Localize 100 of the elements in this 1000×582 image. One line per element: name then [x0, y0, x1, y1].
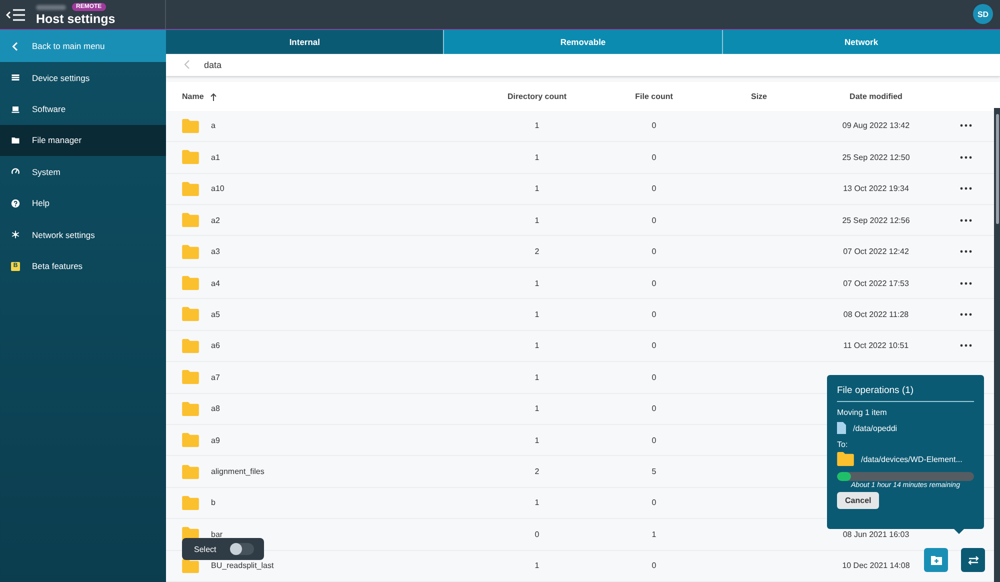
sidebar-item[interactable]: Software [0, 93, 166, 125]
column-header[interactable]: Directory count [469, 92, 605, 101]
sidebar-item[interactable]: Help [0, 188, 166, 219]
date-cell-text: 13 Oct 2022 19:34 [842, 184, 910, 194]
tab[interactable]: Removable [444, 30, 722, 54]
table-cell-text: 1 [534, 372, 540, 382]
table-cell-text: 1 [534, 121, 540, 130]
tab[interactable]: Network [722, 30, 1000, 54]
date-cell-text: 09 Aug 2022 13:42 [841, 121, 911, 130]
sidebar-item[interactable]: Back to main menu [0, 30, 166, 62]
transfer-button[interactable] [961, 548, 985, 572]
folder-plus-icon [930, 554, 942, 566]
table-cell-text: 1 [534, 341, 540, 350]
sidebar-item[interactable]: Network settings [0, 218, 166, 250]
column-header[interactable]: Date modified [815, 92, 937, 101]
more-icon[interactable] [960, 156, 972, 159]
file-name[interactable]: a10 [211, 184, 224, 194]
folder-icon [182, 464, 199, 479]
file-name[interactable]: a5 [211, 310, 220, 319]
file-name[interactable]: a1 [211, 152, 220, 162]
file-name[interactable]: a6 [211, 341, 220, 350]
table-cell-text: 0 [650, 498, 658, 508]
date-cell-text: 25 Sep 2022 12:50 [841, 152, 911, 162]
page-title: Host settings [36, 12, 116, 26]
file-name[interactable]: bar [211, 530, 223, 539]
folder-icon [182, 182, 199, 196]
date-cell-text: 11 Oct 2022 10:51 [842, 341, 910, 350]
menu-icon[interactable] [6, 8, 26, 22]
table-cell-text: 0 [650, 404, 658, 414]
folder-icon [182, 150, 199, 164]
file-name[interactable]: BU_readsplit_last [211, 561, 274, 570]
file-name[interactable]: a9 [211, 436, 220, 445]
table-cell-text: 2 [534, 247, 540, 256]
list-icon [11, 73, 20, 82]
more-icon[interactable] [960, 312, 972, 316]
file-name[interactable]: a2 [211, 216, 220, 225]
date-cell-text: 10 Dec 2021 14:08 [841, 561, 911, 570]
folder-icon [182, 276, 199, 290]
table-cell-text: 0 [650, 436, 658, 445]
table-cell-text: 1 [534, 561, 540, 570]
table-cell-text: 0 [650, 121, 658, 130]
file-name[interactable]: a3 [211, 247, 220, 256]
table-cell-text: 1 [534, 310, 540, 319]
sidebar-item[interactable]: File manager [0, 124, 166, 156]
user-avatar[interactable]: SD [973, 4, 993, 24]
sidebar-item[interactable]: Device settings [0, 62, 166, 94]
folder-icon [182, 213, 199, 228]
table-cell-text: 0 [650, 247, 658, 256]
date-cell-text: 07 Oct 2022 17:53 [842, 278, 910, 288]
operation-label: Moving 1 item [837, 408, 888, 417]
file-name[interactable]: a [211, 121, 216, 130]
more-icon[interactable] [960, 124, 972, 128]
table-cell-text: 1 [534, 184, 540, 194]
folder-icon [182, 118, 199, 133]
table-cell-text: 0 [650, 152, 658, 162]
more-icon[interactable] [960, 344, 972, 348]
file-name[interactable]: a7 [211, 372, 220, 382]
folder-icon [182, 338, 199, 353]
table-cell-text: 1 [534, 404, 540, 414]
more-icon[interactable] [960, 282, 972, 285]
more-icon[interactable] [960, 250, 972, 254]
table-cell-text: 1 [534, 278, 540, 288]
table-cell-text: 1 [534, 498, 540, 508]
more-icon[interactable] [960, 218, 972, 222]
cancel-button[interactable]: Cancel [837, 492, 880, 509]
table-cell-text: 0 [650, 341, 658, 350]
date-cell-text: 08 Oct 2022 11:28 [842, 310, 910, 319]
network-icon [11, 230, 20, 240]
folder-icon [11, 136, 20, 145]
toggle-switch[interactable] [230, 543, 254, 555]
folder-icon [182, 244, 199, 259]
sort-arrow-icon[interactable] [210, 92, 217, 101]
tab[interactable]: Internal [166, 30, 444, 54]
sidebar-item[interactable]: System [0, 156, 166, 188]
select-label: Select [194, 544, 216, 554]
folder-icon [182, 433, 199, 448]
column-header[interactable]: File count [605, 92, 703, 101]
date-cell-text: 07 Oct 2022 12:42 [842, 247, 910, 256]
file-name[interactable]: alignment_files [211, 467, 264, 476]
new-folder-button[interactable] [924, 548, 948, 572]
more-icon[interactable] [960, 187, 972, 190]
swap-icon [968, 554, 978, 566]
blurred-label [36, 4, 66, 10]
to-label: To: [837, 440, 849, 449]
date-cell-text: 08 Jun 2021 16:03 [842, 530, 910, 539]
file-name[interactable]: a4 [211, 278, 220, 288]
file-name[interactable]: b [211, 498, 216, 508]
table-cell-text: 0 [650, 278, 658, 288]
table-cell-text: 0 [534, 530, 540, 539]
column-header[interactable]: Name [166, 92, 469, 101]
source-path: /data/opeddi [853, 424, 898, 432]
table-cell-text: 1 [534, 436, 540, 445]
popup-title: File operations (1) [837, 385, 974, 402]
scrollbar-thumb[interactable] [996, 114, 999, 224]
gauge-icon [11, 167, 20, 176]
file-name[interactable]: a8 [211, 404, 220, 414]
table-cell-text: 0 [650, 372, 658, 382]
column-header[interactable]: Size [703, 92, 815, 101]
folder-icon [182, 402, 199, 416]
date-cell-text: 25 Sep 2022 12:56 [841, 216, 911, 225]
